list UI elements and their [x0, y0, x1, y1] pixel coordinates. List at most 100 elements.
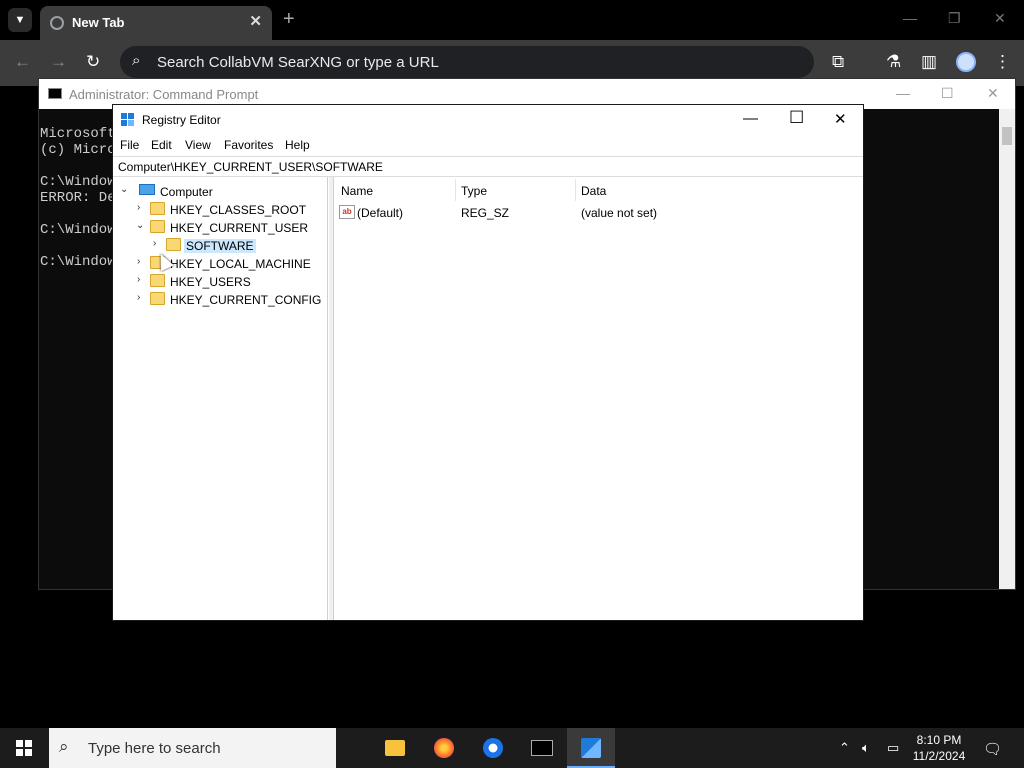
chevron-down-icon[interactable]: ⌄	[136, 220, 144, 231]
folder-icon	[385, 740, 405, 756]
firefox-icon	[434, 738, 454, 758]
folder-icon	[150, 274, 165, 287]
value-data: (value not set)	[581, 206, 658, 220]
cmd-line: ERROR: De	[40, 190, 116, 206]
tab-search-button[interactable]: ▼	[8, 8, 32, 32]
address-bar-text: Search CollabVM SearXNG or type a URL	[157, 54, 439, 71]
windows-start-icon[interactable]	[16, 740, 32, 756]
browser-minimize-button[interactable]: —	[903, 10, 917, 26]
speaker-muted-icon[interactable]: 🔈︎	[862, 740, 870, 756]
folder-icon	[150, 202, 165, 215]
chevron-right-icon[interactable]: ›	[137, 202, 140, 213]
cmd-line: C:\Window	[40, 254, 116, 270]
cmd-scroll-thumb[interactable]	[1002, 127, 1012, 145]
cmd-minimize-button[interactable]: —	[896, 85, 910, 101]
search-icon: ⌕	[59, 737, 69, 756]
regedit-menubar: File Edit View Favorites Help	[113, 135, 863, 155]
search-icon: ⌕	[132, 52, 141, 69]
profile-avatar[interactable]	[956, 52, 976, 72]
regedit-maximize-button[interactable]: ☐	[789, 108, 804, 128]
cmd-line: C:\Window	[40, 222, 116, 238]
firefox-button[interactable]	[420, 728, 468, 768]
value-row[interactable]: ab (Default) REG_SZ (value not set)	[339, 205, 859, 221]
clock-time: 8:10 PM	[916, 733, 962, 747]
network-icon[interactable]: ▭	[887, 740, 899, 756]
clock-date: 11/2/2024	[912, 749, 966, 763]
column-header-name[interactable]: Name	[341, 184, 373, 198]
registry-editor-icon	[581, 738, 601, 758]
cmd-maximize-button[interactable]: ☐	[941, 85, 954, 102]
values-list[interactable]: Name Type Data ab (Default) REG_SZ (valu…	[333, 177, 863, 620]
computer-icon	[139, 184, 155, 195]
column-divider[interactable]	[575, 179, 576, 201]
tab-close-button[interactable]: ✕	[249, 12, 262, 30]
string-value-icon: ab	[339, 205, 355, 219]
cmd-title: Administrator: Command Prompt	[69, 87, 259, 102]
cmd-close-button[interactable]: ✕	[987, 85, 999, 102]
more-menu-icon[interactable]: ⋮	[994, 52, 1011, 72]
tree-label: HKEY_USERS	[170, 275, 251, 289]
labs-flask-icon[interactable]: ⚗	[886, 52, 901, 72]
address-bar[interactable]: Computer\HKEY_CURRENT_USER\SOFTWARE	[113, 156, 863, 177]
folder-icon	[150, 292, 165, 305]
tree-label: SOFTWARE	[184, 239, 256, 253]
menu-view[interactable]: View	[185, 138, 211, 152]
browser-restore-button[interactable]: ❐	[948, 10, 961, 27]
menu-edit[interactable]: Edit	[151, 138, 172, 152]
menu-file[interactable]: File	[120, 138, 139, 152]
side-panel-icon[interactable]: ▥	[921, 52, 937, 72]
browser-tabstrip: ▼ New Tab ✕ + — ❐ ✕	[0, 0, 1024, 40]
column-header-type[interactable]: Type	[461, 184, 487, 198]
cmd-icon	[48, 88, 62, 99]
back-arrow-icon[interactable]: ←	[14, 52, 31, 72]
folder-icon	[150, 220, 165, 233]
tree-label: HKEY_CURRENT_CONFIG	[170, 293, 322, 307]
tree-label: HKEY_LOCAL_MACHINE	[170, 257, 311, 271]
tree-label: HKEY_CURRENT_USER	[170, 221, 309, 235]
folder-icon	[166, 238, 181, 251]
regedit-close-button[interactable]: ✕	[834, 110, 847, 128]
terminal-icon	[531, 740, 553, 756]
menu-help[interactable]: Help	[285, 138, 310, 152]
cmd-line: Microsoft	[40, 126, 116, 142]
value-name: (Default)	[357, 206, 404, 220]
terminal-button[interactable]	[517, 728, 565, 768]
browser-tab[interactable]: New Tab ✕	[40, 6, 272, 40]
address-bar[interactable]: ⌕ Search CollabVM SearXNG or type a URL	[120, 46, 814, 78]
cmd-line: C:\Window	[40, 174, 116, 190]
chevron-up-icon[interactable]: ⌃	[839, 740, 850, 756]
regedit-titlebar[interactable]: Registry Editor — ☐ ✕	[113, 105, 863, 135]
reload-icon[interactable]: ↻	[86, 52, 100, 72]
tree-label: HKEY_CLASSES_ROOT	[170, 203, 307, 217]
registry-editor-window[interactable]: Registry Editor — ☐ ✕ File Edit View Fav…	[112, 104, 864, 621]
value-type: REG_SZ	[461, 206, 510, 220]
chevron-right-icon[interactable]: ›	[153, 238, 156, 249]
regedit-minimize-button[interactable]: —	[743, 110, 758, 127]
taskbar-clock[interactable]: 8:10 PM 11/2/2024	[912, 732, 966, 764]
column-divider[interactable]	[455, 179, 456, 201]
registry-tree[interactable]: ⌄ Computer › HKEY_CLASSES_ROOT ⌄ HKEY_CU…	[113, 177, 328, 620]
file-explorer-button[interactable]	[371, 728, 419, 768]
registry-editor-icon	[121, 113, 135, 127]
globe-icon	[50, 16, 64, 30]
taskbar: ⌕ Type here to search ⌃ 🔈︎ ▭ 8:10 PM 11/…	[0, 728, 1024, 768]
new-tab-button[interactable]: +	[283, 8, 295, 31]
tree-label: Computer	[160, 185, 213, 199]
taskbar-search[interactable]: ⌕ Type here to search	[49, 728, 336, 768]
cmd-line: (c) Micro	[40, 142, 116, 158]
extensions-icon[interactable]: ⧉	[832, 52, 844, 72]
menu-favorites[interactable]: Favorites	[224, 138, 273, 152]
chevron-right-icon[interactable]: ›	[137, 256, 140, 267]
chevron-down-icon[interactable]: ⌄	[120, 184, 128, 195]
forward-arrow-icon[interactable]: →	[50, 52, 67, 72]
registry-editor-taskbar-button[interactable]	[567, 728, 615, 768]
chrome-button[interactable]	[469, 728, 517, 768]
cmd-scrollbar[interactable]	[999, 109, 1015, 589]
column-header-data[interactable]: Data	[581, 184, 606, 198]
chevron-right-icon[interactable]: ›	[137, 274, 140, 285]
notification-icon[interactable]: 🗨︎	[983, 740, 1002, 758]
chrome-icon	[483, 738, 503, 758]
browser-close-button[interactable]: ✕	[994, 10, 1006, 27]
chevron-right-icon[interactable]: ›	[137, 292, 140, 303]
regedit-title: Registry Editor	[142, 113, 221, 127]
